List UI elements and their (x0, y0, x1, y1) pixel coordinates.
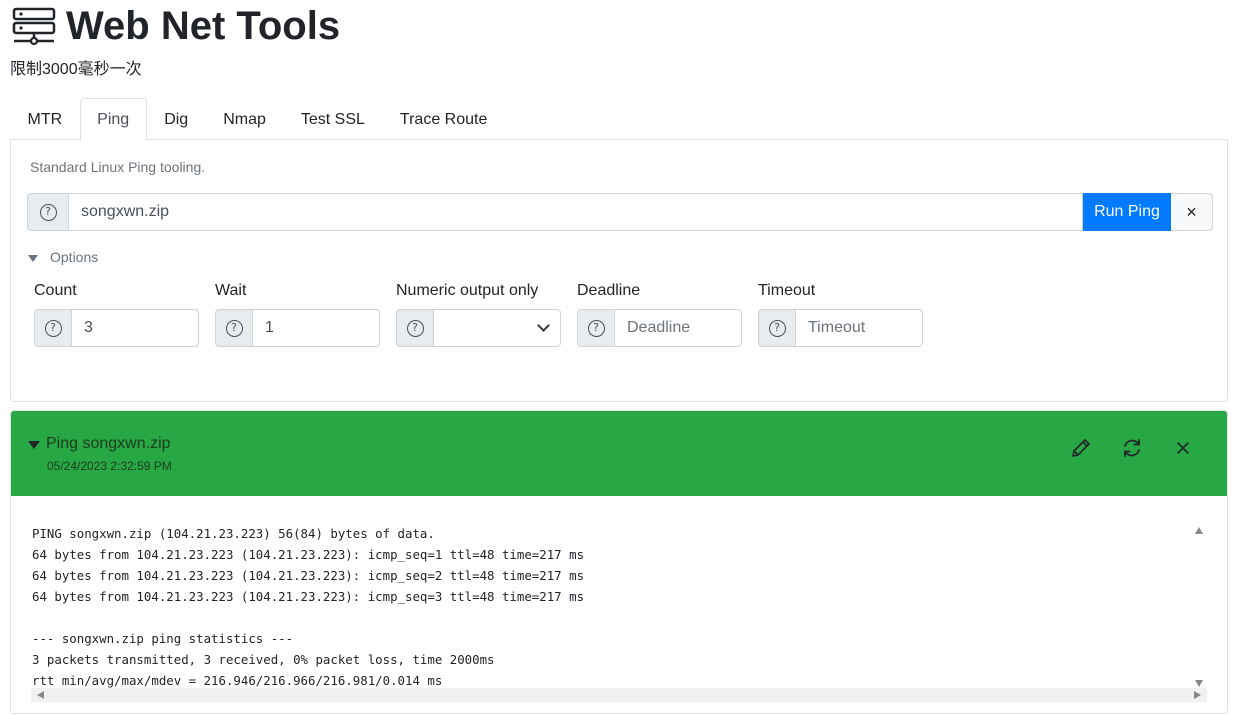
network-server-icon (12, 7, 56, 46)
timeout-field: Timeout ? Timeout (758, 281, 923, 347)
app-header: Web Net Tools (12, 4, 340, 48)
question-circle-icon: ? (39, 203, 57, 221)
ping-output-text: PING songxwn.zip (104.21.23.223) 56(84) … (32, 526, 585, 688)
tab-dig[interactable]: Dig (147, 98, 206, 140)
result-header[interactable]: Ping songxwn.zip 05/24/2023 2:32:59 PM (11, 411, 1227, 496)
tool-description: Standard Linux Ping tooling. (30, 159, 206, 175)
tab-ping[interactable]: Ping (79, 98, 147, 141)
caret-down-icon[interactable] (28, 441, 40, 449)
edit-icon[interactable] (1068, 435, 1094, 461)
host-input[interactable]: songxwn.zip (69, 193, 1083, 231)
result-timestamp: 05/24/2023 2:32:59 PM (47, 459, 172, 473)
count-field: Count ? 3 (34, 281, 199, 347)
numeric-help-button[interactable]: ? (396, 309, 434, 347)
close-icon[interactable] (1170, 435, 1196, 461)
timeout-input-group: ? Timeout (758, 309, 923, 347)
tab-mtr[interactable]: MTR (10, 98, 80, 140)
scroll-left-icon[interactable] (37, 691, 44, 699)
options-toggle[interactable]: Options (28, 249, 98, 265)
question-circle-icon: ? (768, 319, 786, 337)
host-input-group: ? songxwn.zip Run Ping × (27, 193, 1213, 231)
question-circle-icon: ? (225, 319, 243, 337)
question-circle-icon: ? (44, 319, 62, 337)
app-title: Web Net Tools (66, 4, 341, 48)
rate-limit-note: 限制3000毫秒一次 (10, 61, 142, 78)
deadline-label: Deadline (577, 282, 641, 299)
deadline-input[interactable]: Deadline (615, 309, 742, 347)
wait-label: Wait (215, 282, 247, 299)
timeout-input[interactable]: Timeout (796, 309, 923, 347)
wait-input-group: ? 1 (215, 309, 380, 347)
scroll-down-icon[interactable] (1195, 680, 1203, 687)
run-ping-button[interactable]: Run Ping (1083, 193, 1171, 231)
numeric-input-group: ? (396, 309, 561, 347)
options-label: Options (50, 249, 99, 265)
tab-test-ssl[interactable]: Test SSL (283, 98, 382, 140)
horizontal-scrollbar[interactable] (31, 688, 1207, 702)
timeout-help-button[interactable]: ? (758, 309, 796, 347)
count-help-button[interactable]: ? (34, 309, 72, 347)
caret-down-icon (28, 254, 38, 262)
numeric-label: Numeric output only (396, 282, 539, 299)
tab-nmap[interactable]: Nmap (206, 98, 284, 140)
result-output: PING songxwn.zip (104.21.23.223) 56(84) … (11, 496, 1227, 713)
ping-panel: Standard Linux Ping tooling. ? songxwn.z… (10, 139, 1228, 402)
result-title: Ping songxwn.zip (46, 435, 171, 452)
scroll-right-icon[interactable] (1194, 691, 1201, 699)
timeout-label: Timeout (758, 282, 816, 299)
deadline-input-group: ? Deadline (577, 309, 742, 347)
question-circle-icon: ? (587, 319, 605, 337)
deadline-help-button[interactable]: ? (577, 309, 615, 347)
deadline-field: Deadline ? Deadline (577, 281, 742, 347)
tab-trace-route[interactable]: Trace Route (382, 98, 504, 140)
numeric-select[interactable] (434, 309, 561, 347)
count-input[interactable]: 3 (72, 309, 199, 347)
count-label: Count (34, 282, 77, 299)
refresh-icon[interactable] (1119, 435, 1145, 461)
result-card: Ping songxwn.zip 05/24/2023 2:32:59 PM P… (10, 410, 1228, 714)
wait-help-button[interactable]: ? (215, 309, 253, 347)
count-input-group: ? 3 (34, 309, 199, 347)
wait-input[interactable]: 1 (253, 309, 380, 347)
wait-field: Wait ? 1 (215, 281, 380, 347)
chevron-down-icon (537, 319, 550, 332)
host-help-button[interactable]: ? (27, 193, 69, 231)
clear-button[interactable]: × (1171, 193, 1213, 231)
numeric-field: Numeric output only ? (396, 281, 561, 347)
scroll-up-icon[interactable] (1195, 527, 1203, 534)
tool-tabs: MTR Ping Dig Nmap Test SSL Trace Route (10, 98, 1228, 141)
vertical-scrollbar[interactable] (1193, 523, 1205, 691)
question-circle-icon: ? (406, 319, 424, 337)
